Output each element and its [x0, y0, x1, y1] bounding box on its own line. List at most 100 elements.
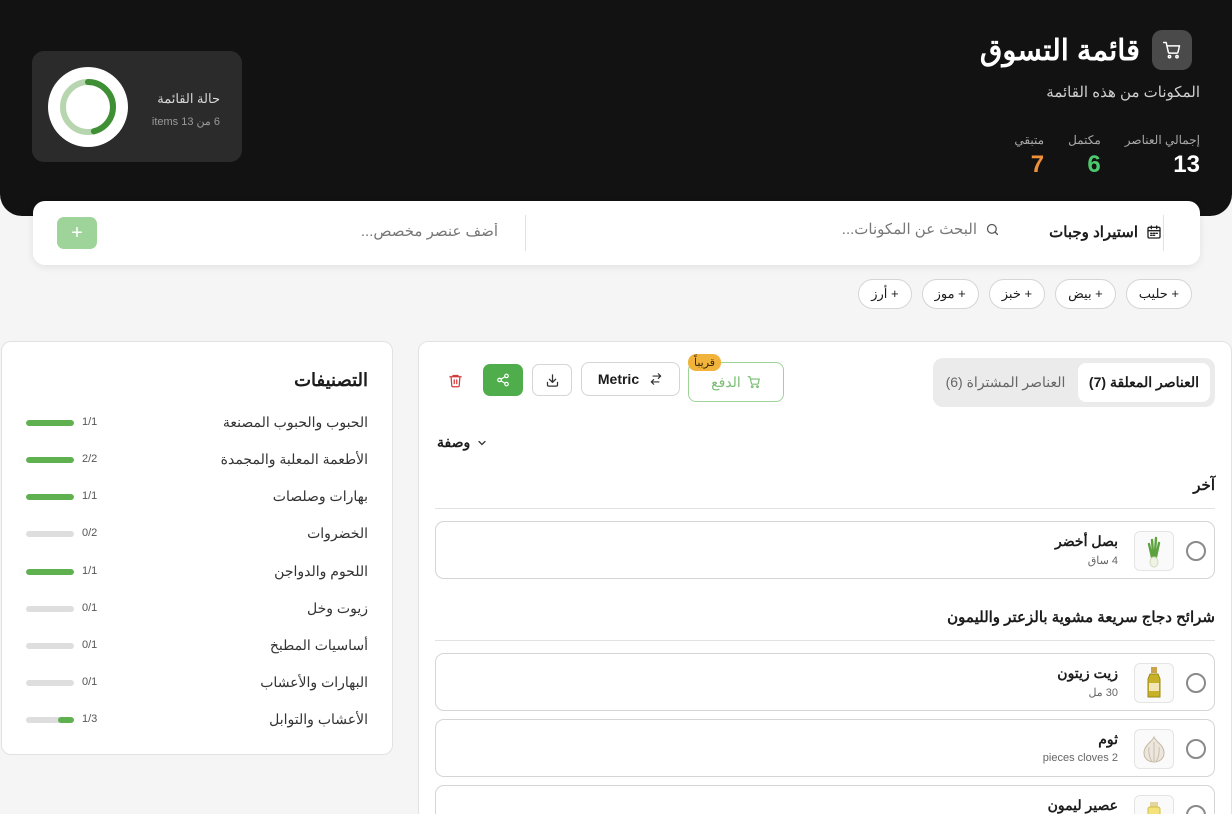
units-toggle-button[interactable]: Metric	[581, 362, 680, 396]
category-row[interactable]: أساسيات المطبخ 0/1	[26, 637, 368, 657]
item-quantity: 30 مل	[1088, 687, 1118, 699]
status-label: حالة القائمة	[157, 91, 220, 106]
category-row[interactable]: اللحوم والدواجن 1/1	[26, 563, 368, 583]
list-tabs: العناصر المعلقة (7) العناصر المشتراة (6)	[933, 358, 1215, 407]
share-button[interactable]	[483, 364, 523, 396]
item-name: ثوم	[1098, 731, 1118, 747]
category-name: الحبوب والحبوب المصنعة	[222, 414, 368, 430]
tab-bought-items[interactable]: العناصر المشتراة (6)	[938, 363, 1073, 402]
category-count: 1/1	[82, 565, 98, 577]
category-progress-bar	[26, 531, 74, 537]
category-name: اللحوم والدواجن	[274, 563, 368, 579]
category-row[interactable]: البهارات والأعشاب 0/1	[26, 674, 368, 694]
stat-total-value: 13	[1173, 151, 1200, 178]
quick-add-chip[interactable]: + حليب	[1125, 279, 1192, 309]
ingredient-search-input[interactable]	[807, 221, 977, 238]
category-progress-bar	[26, 569, 74, 575]
progress-ring	[48, 67, 128, 147]
coming-soon-badge: قريباً	[688, 354, 722, 371]
category-row[interactable]: الأطعمة المعلبة والمجمدة 2/2	[26, 451, 368, 471]
search-box	[807, 221, 1000, 238]
swap-icon	[650, 373, 662, 385]
stat-done-label: مكتمل	[1068, 133, 1101, 147]
units-label: Metric	[597, 371, 640, 387]
category-progress-bar	[26, 457, 74, 463]
custom-item-input[interactable]	[133, 223, 498, 240]
quick-add-chips: + حليب + بيض + خبز + موز + أرز	[858, 279, 1192, 309]
quick-add-chip[interactable]: + خبز	[988, 279, 1046, 309]
garlic-icon	[1134, 729, 1174, 769]
category-name: الخضروات	[307, 525, 368, 541]
list-item: عصير ليمون	[435, 785, 1215, 814]
quick-add-chip[interactable]: + موز	[921, 279, 979, 309]
category-progress-bar	[26, 420, 74, 426]
stat-left-value: 7	[1030, 151, 1045, 178]
section-title: شرائح دجاج سريعة مشوية بالزعتر والليمون	[947, 609, 1215, 626]
olive-oil-icon	[1134, 663, 1174, 703]
import-meals-button[interactable]: استيراد وجبات	[1049, 223, 1162, 241]
page-subtitle: المكونات من هذه القائمة	[1046, 84, 1200, 101]
add-custom-item-button[interactable]: +	[57, 217, 97, 249]
recipe-group-label: وصفة	[437, 434, 471, 450]
category-row[interactable]: زيوت وخل 0/1	[26, 600, 368, 620]
categories-title: التصنيفات	[294, 370, 368, 390]
category-name: الأعشاب والتوابل	[269, 711, 368, 727]
category-count: 0/1	[82, 676, 98, 688]
page-title: قائمة التسوق	[979, 34, 1140, 67]
list-item: بصل أخضر 4 ساق	[435, 521, 1215, 579]
checkout-label: الدفع	[711, 373, 741, 390]
item-checkbox[interactable]	[1186, 673, 1206, 693]
category-name: أساسيات المطبخ	[269, 637, 368, 653]
category-row[interactable]: الحبوب والحبوب المصنعة 1/1	[26, 414, 368, 434]
recipe-group-toggle[interactable]: وصفة	[437, 434, 488, 451]
quick-add-chip[interactable]: + أرز	[858, 279, 912, 309]
green-onion-icon	[1134, 531, 1174, 571]
stat-total: إجمالي العناصر 13	[1125, 133, 1200, 179]
search-icon	[986, 223, 999, 236]
category-name: البهارات والأعشاب	[260, 674, 368, 690]
category-name: زيوت وخل	[307, 600, 368, 616]
page-title-group: قائمة التسوق	[980, 30, 1192, 70]
list-item: زيت زيتون 30 مل	[435, 653, 1215, 711]
category-count: 1/1	[82, 490, 98, 502]
header-banner: قائمة التسوق المكونات من هذه القائمة إجم…	[0, 0, 1232, 216]
item-name: زيت زيتون	[1057, 665, 1118, 681]
item-name: بصل أخضر	[1055, 533, 1118, 549]
category-row[interactable]: بهارات وصلصات 1/1	[26, 488, 368, 508]
quick-add-chip[interactable]: + بيض	[1055, 279, 1116, 309]
item-checkbox[interactable]	[1186, 805, 1206, 814]
stat-left: متبقي 7	[1014, 133, 1044, 179]
item-quantity: 2 pieces cloves	[1042, 752, 1118, 764]
item-checkbox[interactable]	[1186, 739, 1206, 759]
action-toolbar: استيراد وجبات +	[33, 201, 1200, 265]
item-checkbox[interactable]	[1186, 541, 1206, 561]
stat-left-label: متبقي	[1014, 133, 1045, 147]
chevron-down-icon	[478, 440, 486, 445]
category-row[interactable]: الخضروات 0/2	[26, 525, 368, 545]
download-button[interactable]	[532, 364, 572, 396]
category-progress-bar	[26, 717, 74, 723]
cart-icon	[1152, 30, 1192, 70]
stat-total-label: إجمالي العناصر	[1124, 133, 1200, 147]
category-name: الأطعمة المعلبة والمجمدة	[220, 451, 368, 467]
category-name: بهارات وصلصات	[272, 488, 368, 504]
category-progress-bar	[26, 643, 74, 649]
stat-done: مكتمل 6	[1068, 133, 1101, 179]
category-count: 0/1	[82, 639, 98, 651]
delete-button[interactable]	[435, 364, 475, 396]
share-icon	[497, 373, 509, 387]
category-row[interactable]: الأعشاب والتوابل 1/3	[26, 711, 368, 731]
category-progress-bar	[26, 680, 74, 686]
list-item: ثوم 2 pieces cloves	[435, 719, 1215, 777]
lemon-juice-icon	[1134, 795, 1174, 814]
tab-pending-items[interactable]: العناصر المعلقة (7)	[1078, 363, 1210, 402]
calendar-icon	[1147, 225, 1161, 239]
stats-row: إجمالي العناصر 13 مكتمل 6 متبقي 7	[1014, 133, 1200, 179]
download-icon	[546, 373, 558, 387]
section-title: آخر	[1193, 477, 1215, 494]
category-progress-bar	[26, 494, 74, 500]
category-count: 0/2	[82, 527, 98, 539]
categories-panel: التصنيفات الحبوب والحبوب المصنعة 1/1 الأ…	[1, 341, 393, 755]
category-progress-bar	[26, 606, 74, 612]
category-count: 2/2	[82, 453, 98, 465]
